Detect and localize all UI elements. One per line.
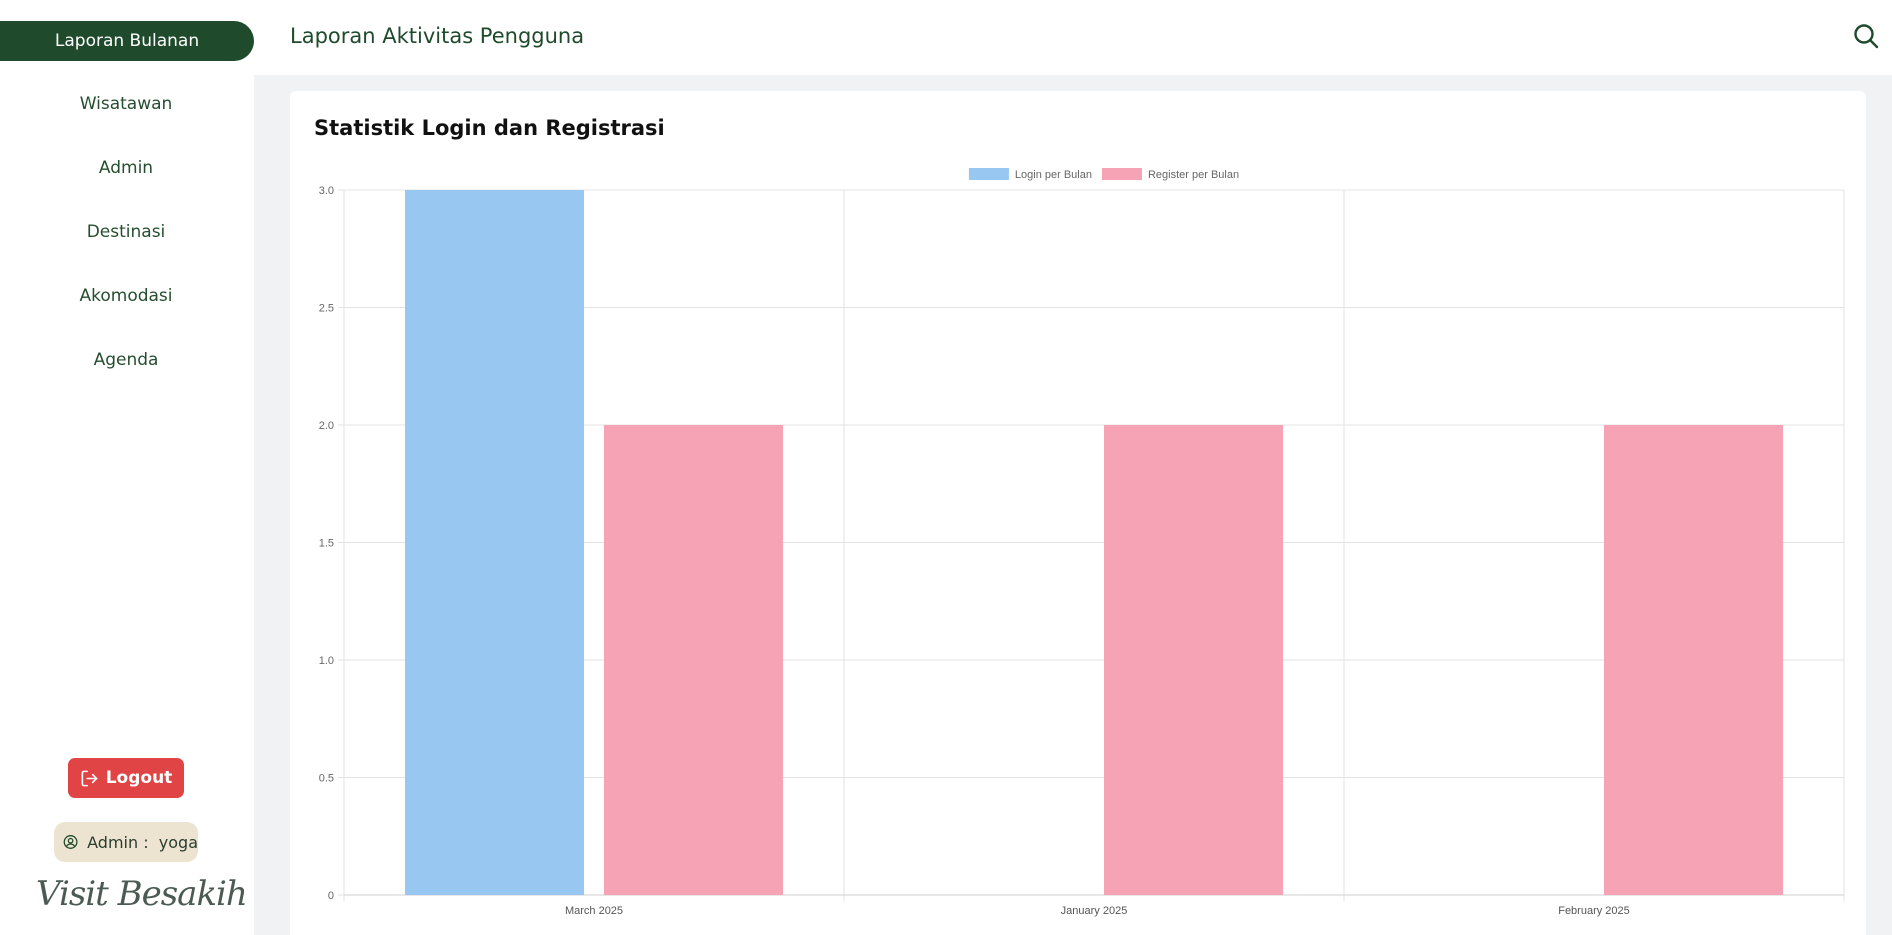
legend-swatch bbox=[1101, 168, 1142, 180]
logout-button[interactable]: Logout bbox=[68, 758, 184, 798]
sidebar: Laporan Bulanan Wisatawan Admin Destinas… bbox=[0, 0, 254, 935]
user-circle-icon bbox=[63, 835, 78, 849]
x-tick-label: March 2025 bbox=[565, 905, 623, 917]
logout-label: Logout bbox=[105, 768, 173, 788]
sidebar-item-label: Destinasi bbox=[86, 222, 166, 242]
bar bbox=[405, 190, 584, 895]
sidebar-item-label: Laporan Bulanan bbox=[54, 31, 200, 51]
bar bbox=[1104, 425, 1283, 895]
sidebar-item-label: Admin bbox=[98, 158, 154, 178]
y-tick-label: 2.5 bbox=[319, 303, 334, 315]
sidebar-item-akomodasi[interactable]: Akomodasi bbox=[0, 286, 252, 306]
sidebar-item-laporan-bulanan[interactable]: Laporan Bulanan bbox=[0, 21, 254, 61]
sidebar-item-label: Akomodasi bbox=[79, 286, 173, 306]
x-tick-label: January 2025 bbox=[1061, 905, 1128, 917]
sidebar-item-wisatawan[interactable]: Wisatawan bbox=[0, 94, 252, 114]
sidebar-item-label: Agenda bbox=[93, 350, 159, 370]
page-title: Laporan Aktivitas Pengguna bbox=[290, 24, 585, 48]
logout-icon bbox=[81, 770, 98, 786]
y-tick-label: 3.0 bbox=[319, 185, 334, 197]
sidebar-item-destinasi[interactable]: Destinasi bbox=[0, 222, 252, 242]
sidebar-item-admin[interactable]: Admin bbox=[0, 158, 252, 178]
sidebar-item-agenda[interactable]: Agenda bbox=[0, 350, 252, 370]
legend-swatch bbox=[968, 168, 1009, 180]
y-tick-label: 2.0 bbox=[319, 420, 334, 432]
y-tick-label: 0.5 bbox=[319, 773, 334, 785]
sidebar-item-label: Wisatawan bbox=[79, 94, 173, 114]
bar bbox=[604, 425, 783, 895]
bar-chart: 0 0.5 1.0 1.5 2.0 2.5 3.0 March 2025 January 202… bbox=[319, 168, 1845, 917]
y-tick-label: 1.0 bbox=[319, 655, 334, 667]
search-icon[interactable] bbox=[1853, 23, 1879, 49]
bar bbox=[1604, 425, 1783, 895]
user-badge: Admin : yoga bbox=[54, 822, 198, 862]
x-tick-label: February 2025 bbox=[1558, 905, 1630, 917]
legend-label: Login per Bulan bbox=[1015, 169, 1092, 181]
legend-label: Register per Bulan bbox=[1148, 169, 1239, 181]
brand-logo: Visit Besakih bbox=[36, 874, 248, 914]
y-tick-label: 0 bbox=[328, 890, 334, 902]
user-label: Admin : yoga bbox=[87, 832, 198, 852]
y-tick-label: 1.5 bbox=[319, 538, 334, 550]
chart-card-title: Statistik Login dan Registrasi bbox=[314, 116, 665, 140]
